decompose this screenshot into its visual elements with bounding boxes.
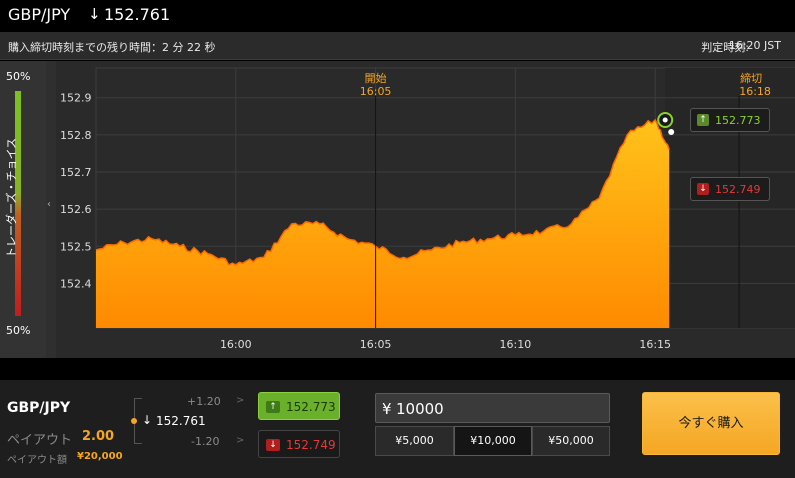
arrow-down-icon: ↓ — [88, 5, 101, 23]
remaining-time-text: 購入締切時刻までの残り時間：2 分 22 秒 — [8, 41, 216, 54]
yen-symbol: ¥ — [382, 400, 392, 418]
y-tick-label: 152.7 — [60, 166, 92, 179]
spot-dot — [131, 418, 137, 424]
traders-choice-panel: 50% トレーダーズ・チョイス 50% — [0, 61, 46, 358]
chart-area: 50% トレーダーズ・チョイス 50% ‹ 開始 16:05 締切 16:18 16:… — [0, 61, 795, 358]
y-tick-label: 152.6 — [60, 203, 92, 216]
low-button-value: 152.749 — [286, 438, 336, 452]
high-quote-value: 152.773 — [715, 114, 761, 127]
chevron-left-icon: ‹ — [47, 199, 51, 210]
x-tick-label: 16:15 — [639, 338, 671, 351]
x-tick-label: 16:10 — [500, 338, 532, 351]
x-tick-label: 16:00 — [220, 338, 252, 351]
high-quote-box: ↑ 152.773 — [690, 108, 770, 132]
delta-up: +1.20 — [187, 395, 221, 408]
arrow-up-icon: ↑ — [697, 114, 709, 126]
start-marker-label: 開始 — [365, 71, 387, 85]
divider — [0, 358, 795, 380]
judge-time-value: 16:20 JST — [728, 39, 781, 52]
low-quote-box: ↓ 152.749 — [690, 177, 770, 201]
x-tick-label: 16:05 — [360, 338, 392, 351]
amount-input[interactable]: ¥ 10000 — [375, 393, 610, 423]
arrow-up-icon: ↑ — [266, 401, 280, 413]
price-chart: 開始16:05締切16:18 16:00 16:05 16:10 16:15152.9… — [56, 61, 795, 358]
arrow-down-icon: ↓ — [142, 413, 153, 427]
trade-panel: GBP/JPY ペイアウト 2.00 ペイアウト額 ¥20,000 ↓ 152.… — [0, 380, 795, 478]
y-tick-label: 152.9 — [60, 92, 92, 105]
preset-5000-button[interactable]: ¥5,000 — [375, 426, 454, 456]
current-rate: 152.761 — [104, 5, 171, 24]
start-marker-time: 16:05 — [360, 85, 392, 98]
high-button-value: 152.773 — [286, 400, 336, 414]
payout-value: 2.00 — [82, 429, 115, 444]
low-quote-value: 152.749 — [715, 183, 761, 196]
pair-title: GBP/JPY — [8, 5, 71, 24]
y-tick-label: 152.8 — [60, 129, 92, 142]
low-button[interactable]: ↓ 152.749 — [258, 430, 340, 458]
traders-choice-label: トレーダーズ・チョイス — [5, 137, 18, 258]
amount-value: 10000 — [396, 400, 444, 418]
current-price-dot — [662, 117, 668, 123]
delta-down: -1.20 — [191, 435, 220, 448]
sentiment-bottom-pct: 50% — [6, 324, 31, 337]
panel-pair: GBP/JPY — [7, 400, 71, 416]
arrow-down-icon: ↓ — [697, 183, 709, 195]
preset-50000-button[interactable]: ¥50,000 — [532, 426, 610, 456]
y-tick-label: 152.5 — [60, 240, 92, 253]
cursor-dot — [668, 129, 675, 135]
chevron-right-icon: > — [236, 435, 245, 446]
high-button[interactable]: ↑ 152.773 — [258, 392, 340, 420]
deadline-marker-time: 16:18 — [739, 85, 771, 98]
preset-10000-button[interactable]: ¥10,000 — [454, 426, 532, 456]
collapse-handle[interactable]: ‹ — [46, 61, 56, 358]
header-bar: GBP/JPY ↓ 152.761 — [0, 0, 795, 32]
buy-now-button[interactable]: 今すぐ購入 — [642, 392, 780, 455]
payout-amount-value: ¥20,000 — [77, 451, 123, 462]
arrow-down-icon: ↓ — [266, 439, 280, 451]
payout-amount-label: ペイアウト額 — [7, 455, 67, 466]
y-tick-label: 152.4 — [60, 277, 92, 290]
chevron-right-icon: > — [236, 395, 245, 406]
sentiment-top-pct: 50% — [6, 70, 31, 83]
deadline-marker-label: 締切 — [740, 71, 762, 85]
info-bar: 購入締切時刻までの残り時間：2 分 22 秒 判定時刻: 16:20 JST — [0, 32, 795, 60]
spot-rate: 152.761 — [156, 414, 206, 428]
payout-label: ペイアウト — [7, 433, 73, 448]
